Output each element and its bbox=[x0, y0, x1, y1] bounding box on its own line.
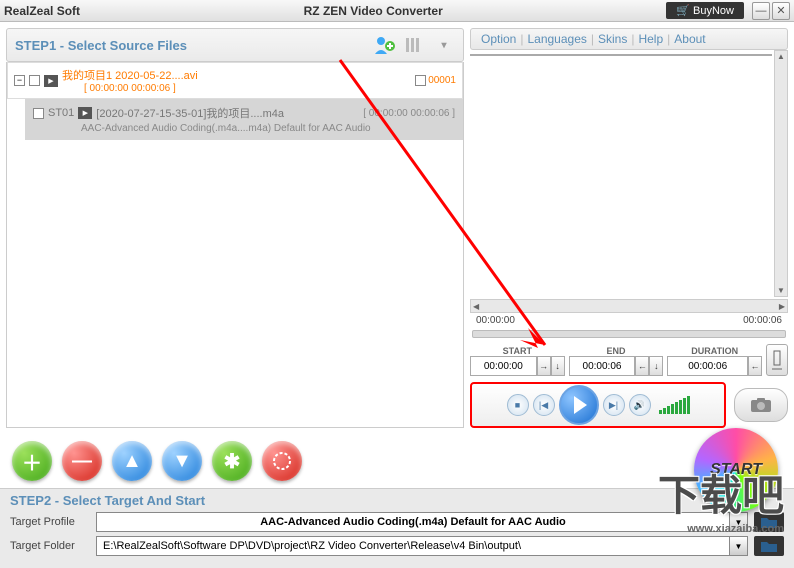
file-name: 我的项目1 2020-05-22....avi bbox=[62, 67, 198, 83]
time-left: 00:00:00 bbox=[476, 315, 515, 326]
seek-bar[interactable] bbox=[472, 330, 786, 338]
end-input[interactable] bbox=[569, 356, 636, 376]
bars-icon[interactable] bbox=[403, 34, 425, 56]
child-name: [2020-07-27-15-35-01]我的项目....m4a bbox=[96, 105, 284, 121]
target-profile-row: Target Profile ▼ bbox=[10, 512, 784, 532]
add-file-button[interactable]: ＋ bbox=[12, 441, 52, 481]
chevron-down-icon[interactable]: ▾ bbox=[433, 34, 455, 56]
remove-file-button[interactable]: — bbox=[62, 441, 102, 481]
next-button[interactable]: ▶| bbox=[603, 394, 625, 416]
volume-bars-icon bbox=[659, 396, 690, 414]
duration-input[interactable] bbox=[667, 356, 748, 376]
time-right: 00:00:06 bbox=[743, 315, 782, 326]
brand-label: RealZeal Soft bbox=[4, 4, 80, 18]
duration-col: DURATION ← bbox=[667, 346, 762, 376]
target-profile-browse[interactable] bbox=[754, 512, 784, 532]
file-seq-checkbox[interactable] bbox=[415, 75, 426, 86]
menu-bar: Option| Languages| Skins| Help| About bbox=[470, 28, 788, 50]
file-duration: [ 00:00:00 00:00:06 ] bbox=[84, 83, 198, 94]
snapshot-button[interactable] bbox=[734, 388, 788, 422]
cart-icon: 🛒 bbox=[676, 4, 690, 17]
playback-controls-row: ■ |◀ ▶| 🔊 bbox=[470, 382, 788, 428]
start-label: START bbox=[470, 346, 565, 356]
prev-button[interactable]: |◀ bbox=[533, 394, 555, 416]
preview-scroll-v[interactable] bbox=[774, 50, 788, 297]
play-button[interactable] bbox=[559, 385, 599, 425]
stop-button[interactable]: ■ bbox=[507, 394, 529, 416]
target-folder-input[interactable] bbox=[96, 536, 730, 556]
playback-controls: ■ |◀ ▶| 🔊 bbox=[470, 382, 726, 428]
volume-button[interactable]: 🔊 bbox=[629, 394, 651, 416]
target-folder-dropdown[interactable]: ▼ bbox=[730, 536, 748, 556]
mark-button[interactable] bbox=[766, 344, 788, 376]
duration-label: DURATION bbox=[667, 346, 762, 356]
preview-time-row: 00:00:00 00:00:06 bbox=[470, 313, 788, 328]
start-right-arrow[interactable]: → bbox=[537, 356, 551, 376]
menu-option[interactable]: Option bbox=[481, 32, 516, 46]
file-row-child[interactable]: ST01 ▶ [2020-07-27-15-35-01]我的项目....m4a … bbox=[25, 99, 463, 140]
target-profile-input[interactable] bbox=[96, 512, 730, 532]
play-icon[interactable]: ▶ bbox=[78, 107, 92, 119]
target-profile-dropdown[interactable]: ▼ bbox=[730, 512, 748, 532]
end-left-arrow[interactable]: ← bbox=[635, 356, 649, 376]
source-file-list: − ▶ 我的项目1 2020-05-22....avi [ 00:00:00 0… bbox=[6, 62, 464, 428]
child-desc: AAC-Advanced Audio Coding(.m4a....m4a) D… bbox=[81, 123, 455, 134]
start-down-arrow[interactable]: ↓ bbox=[551, 356, 565, 376]
target-profile-label: Target Profile bbox=[10, 516, 90, 528]
app-title: RZ ZEN Video Converter bbox=[80, 4, 666, 18]
step2-panel: STEP2 - Select Target And Start Target P… bbox=[0, 488, 794, 568]
move-down-button[interactable]: ▼ bbox=[162, 441, 202, 481]
start-input[interactable] bbox=[470, 356, 537, 376]
main-area: STEP1 - Select Source Files ▾ − ▶ 我的项目1 … bbox=[0, 22, 794, 434]
file-checkbox[interactable] bbox=[29, 75, 40, 86]
right-pane: Option| Languages| Skins| Help| About ◀▶… bbox=[470, 28, 788, 428]
left-pane: STEP1 - Select Source Files ▾ − ▶ 我的项目1 … bbox=[6, 28, 464, 428]
play-icon[interactable]: ▶ bbox=[44, 75, 58, 87]
preview-scroll-h[interactable]: ◀▶ bbox=[470, 299, 788, 313]
end-label: END bbox=[569, 346, 664, 356]
step1-header: STEP1 - Select Source Files ▾ bbox=[6, 28, 464, 62]
start-col: START → ↓ bbox=[470, 346, 565, 376]
start-button[interactable]: START bbox=[694, 428, 778, 512]
file-row-parent[interactable]: − ▶ 我的项目1 2020-05-22....avi [ 00:00:00 0… bbox=[7, 62, 463, 99]
move-up-button[interactable]: ▲ bbox=[112, 441, 152, 481]
step1-title: STEP1 - Select Source Files bbox=[15, 38, 187, 53]
settings-button[interactable]: ✱ bbox=[212, 441, 252, 481]
child-checkbox[interactable] bbox=[33, 108, 44, 119]
target-folder-row: Target Folder ▼ bbox=[10, 536, 784, 556]
video-preview[interactable] bbox=[470, 54, 772, 56]
menu-help[interactable]: Help bbox=[638, 32, 663, 46]
menu-languages[interactable]: Languages bbox=[527, 32, 586, 46]
duration-left-arrow[interactable]: ← bbox=[748, 356, 762, 376]
add-person-icon[interactable] bbox=[373, 34, 395, 56]
end-col: END ← ↓ bbox=[569, 346, 664, 376]
child-time: [ 00:00:00 00:00:06 ] bbox=[363, 108, 455, 119]
start-end-duration-row: START → ↓ END ← ↓ DURATION ← bbox=[470, 344, 788, 376]
close-button[interactable]: ✕ bbox=[772, 2, 790, 20]
end-down-arrow[interactable]: ↓ bbox=[649, 356, 663, 376]
menu-skins[interactable]: Skins bbox=[598, 32, 627, 46]
minimize-button[interactable]: — bbox=[752, 2, 770, 20]
buy-now-button[interactable]: 🛒 BuyNow bbox=[666, 2, 744, 19]
step2-title: STEP2 - Select Target And Start bbox=[10, 493, 784, 508]
dvd-button[interactable] bbox=[262, 441, 302, 481]
bottom-button-row: ＋ — ▲ ▼ ✱ START bbox=[0, 434, 794, 488]
file-sequence: 00001 bbox=[415, 75, 456, 86]
step1-header-icons: ▾ bbox=[373, 34, 455, 56]
title-bar: RealZeal Soft RZ ZEN Video Converter 🛒 B… bbox=[0, 0, 794, 22]
child-st: ST01 bbox=[48, 107, 74, 119]
menu-about[interactable]: About bbox=[674, 32, 705, 46]
collapse-icon[interactable]: − bbox=[14, 75, 25, 86]
target-folder-label: Target Folder bbox=[10, 540, 90, 552]
target-folder-browse[interactable] bbox=[754, 536, 784, 556]
